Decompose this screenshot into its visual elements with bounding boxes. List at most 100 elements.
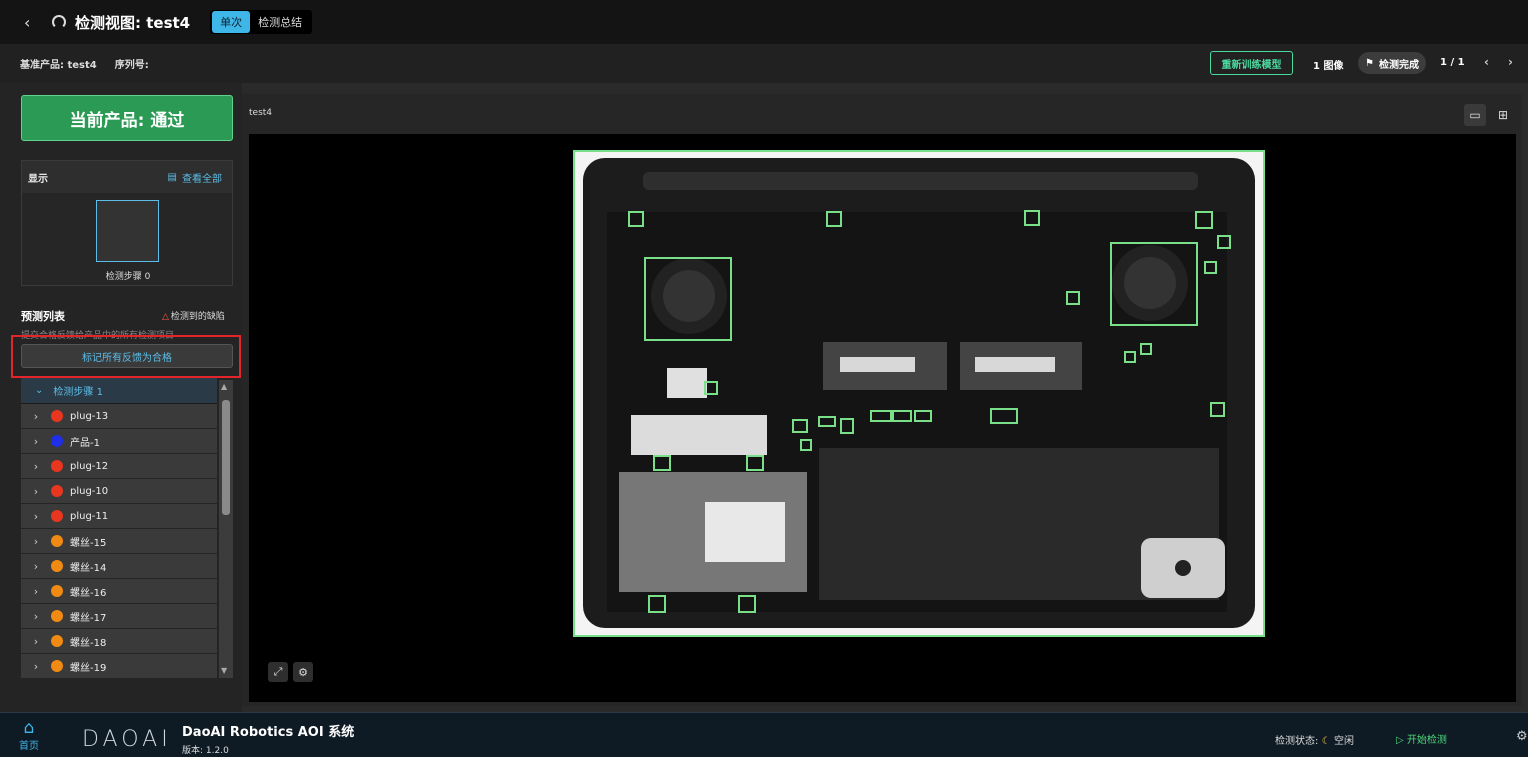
next-icon[interactable]: › xyxy=(1508,55,1513,69)
list-item-label: 螺丝-18 xyxy=(70,637,107,649)
image-viewer: test4 ▭ ⊞ ⤢ ⚙ xyxy=(242,94,1522,706)
inspection-image[interactable] xyxy=(573,150,1265,637)
settings-icon[interactable]: ⚙ xyxy=(1516,729,1528,744)
list-item-label: plug-10 xyxy=(70,485,109,497)
status-dot-icon xyxy=(51,435,63,447)
prediction-list-title: 预测列表 xyxy=(21,310,65,323)
status-dot-icon xyxy=(51,535,63,547)
status-dot-icon xyxy=(51,460,63,472)
chevron-right-icon[interactable]: › xyxy=(21,610,51,623)
chevron-right-icon[interactable]: › xyxy=(21,635,51,648)
back-arrow-icon[interactable]: ‹ xyxy=(24,13,38,32)
image-count: 1 图像 xyxy=(1313,61,1344,72)
list-item[interactable]: › 螺丝-17 xyxy=(21,604,217,629)
status-label: 检测状态: xyxy=(1275,736,1319,747)
chevron-right-icon[interactable]: › xyxy=(21,585,51,598)
logo: DAOAI xyxy=(82,727,172,752)
list-item[interactable]: › plug-11 xyxy=(21,504,217,529)
fullscreen-icon[interactable]: ⤢ xyxy=(268,662,288,682)
scroll-thumb[interactable] xyxy=(222,400,230,515)
thumbnail-label: 检测步骤 0 xyxy=(105,272,151,282)
moon-icon: ☾ xyxy=(1321,736,1335,747)
start-inspection-button[interactable]: ▷ 开始检测 xyxy=(1396,731,1447,746)
left-panel: 当前产品: 通过 显示 ▤ 查看全部 检测步骤 0 预测列表 △ 检测到的缺陷 提… xyxy=(0,83,242,712)
inspection-status: 检测状态: ☾ 空闲 xyxy=(1275,732,1354,747)
page-title: 检测视图: test4 xyxy=(75,13,191,32)
tab-summary[interactable]: 检测总结 xyxy=(250,11,310,33)
list-item-label: 螺丝-16 xyxy=(70,587,107,599)
version-label: 版本: 1.2.0 xyxy=(182,746,229,756)
list-item[interactable]: › plug-10 xyxy=(21,479,217,504)
status-dot-icon xyxy=(51,610,63,622)
warning-icon: △ xyxy=(162,312,169,322)
list-item[interactable]: › 螺丝-18 xyxy=(21,629,217,654)
chevron-right-icon[interactable]: › xyxy=(21,510,51,523)
highlight-box xyxy=(11,335,241,378)
step-thumbnail[interactable] xyxy=(96,200,159,262)
list-item-label: 螺丝-14 xyxy=(70,562,107,574)
grid-view-icon[interactable]: ⊞ xyxy=(1492,104,1514,126)
laptop-image xyxy=(575,152,1263,635)
chevron-right-icon[interactable]: › xyxy=(21,485,51,498)
single-view-icon[interactable]: ▭ xyxy=(1464,104,1486,126)
list-item[interactable]: › 螺丝-16 xyxy=(21,579,217,604)
status-value: 空闲 xyxy=(1334,736,1355,747)
list-item[interactable]: › plug-12 xyxy=(21,454,217,479)
list-item-label: 螺丝-17 xyxy=(70,612,107,624)
list-item-label: plug-11 xyxy=(70,510,109,522)
home-icon: ⌂ xyxy=(23,718,35,738)
retrain-button[interactable]: 重新训练模型 xyxy=(1210,51,1293,75)
view-mode-toggle: 单次 检测总结 xyxy=(210,10,313,34)
status-dot-icon xyxy=(51,410,63,422)
scroll-up-icon[interactable]: ▲ xyxy=(221,382,227,391)
list-item-label: 产品-1 xyxy=(70,437,100,449)
home-label: 首页 xyxy=(19,741,39,752)
group-header[interactable]: ⌄ 检测步骤 1 xyxy=(21,378,217,404)
list-item[interactable]: › 产品-1 xyxy=(21,429,217,454)
display-title: 显示 xyxy=(28,173,48,185)
list-item[interactable]: › 螺丝-14 xyxy=(21,554,217,579)
chevron-right-icon[interactable]: › xyxy=(21,535,51,548)
display-panel: 显示 ▤ 查看全部 检测步骤 0 xyxy=(21,160,233,286)
chevron-right-icon[interactable]: › xyxy=(21,460,51,473)
scroll-down-icon[interactable]: ▼ xyxy=(221,666,227,675)
gauge-icon xyxy=(52,15,66,29)
pager: 1 / 1 xyxy=(1440,57,1465,68)
list-item[interactable]: › plug-13 xyxy=(21,404,217,429)
flag-icon: ⚑ xyxy=(1365,57,1374,69)
status-dot-icon xyxy=(51,660,63,672)
tab-single[interactable]: 单次 xyxy=(212,11,251,33)
image-name: test4 xyxy=(249,108,273,118)
chevron-right-icon[interactable]: › xyxy=(21,410,51,423)
status-badge: ⚑ 检测完成 xyxy=(1358,52,1426,74)
list-scrollbar[interactable]: ▲ ▼ xyxy=(219,380,233,678)
home-button[interactable]: ⌂ 首页 xyxy=(19,719,39,752)
image-canvas[interactable]: ⤢ ⚙ xyxy=(249,134,1516,702)
status-dot-icon xyxy=(51,635,63,647)
chevron-right-icon[interactable]: › xyxy=(21,660,51,673)
list-item-label: 螺丝-19 xyxy=(70,662,107,674)
view-all-button[interactable]: ▤ 查看全部 xyxy=(168,170,222,185)
status-dot-icon xyxy=(51,510,63,522)
serial-label: 序列号: xyxy=(114,60,149,71)
result-banner: 当前产品: 通过 xyxy=(21,95,233,141)
list-item[interactable]: › 螺丝-15 xyxy=(21,529,217,554)
top-bar: ‹ 检测视图: test4 单次 检测总结 xyxy=(0,0,1528,44)
group-label: 检测步骤 1 xyxy=(53,387,103,398)
status-dot-icon xyxy=(51,560,63,572)
list-item-label: plug-13 xyxy=(70,410,109,422)
defect-toggle[interactable]: △ 检测到的缺陷 xyxy=(162,309,225,322)
chevron-right-icon[interactable]: › xyxy=(21,560,51,573)
status-dot-icon xyxy=(51,585,63,597)
list-item[interactable]: › 螺丝-19 xyxy=(21,654,217,679)
view-all-label: 查看全部 xyxy=(182,173,222,185)
list-item-label: plug-12 xyxy=(70,460,109,472)
status-dot-icon xyxy=(51,485,63,497)
start-label: 开始检测 xyxy=(1406,735,1447,746)
settings-gear-icon[interactable]: ⚙ xyxy=(293,662,313,682)
bottom-bar: ⌂ 首页 DAOAI DaoAI Robotics AOI 系统 版本: 1.2… xyxy=(0,712,1528,757)
base-product-label: 基准产品: test4 xyxy=(20,60,97,71)
chevron-right-icon[interactable]: › xyxy=(21,435,51,448)
prev-icon[interactable]: ‹ xyxy=(1484,55,1489,69)
defect-label: 检测到的缺陷 xyxy=(170,312,225,322)
